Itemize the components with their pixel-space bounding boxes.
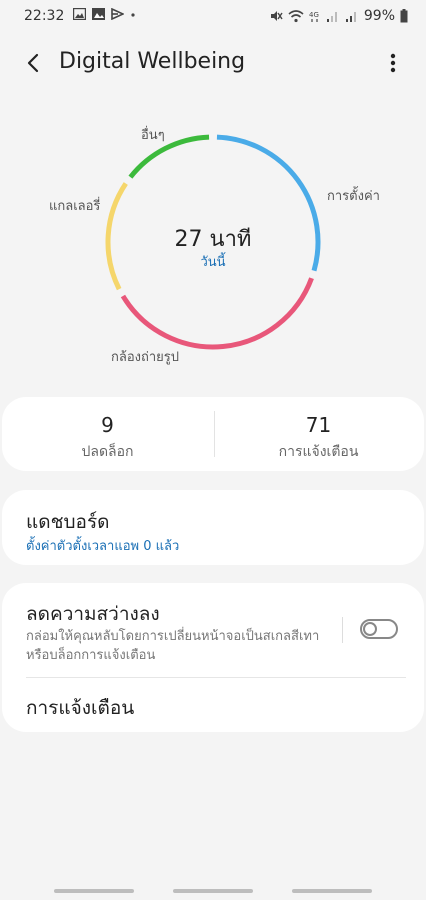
system-icons: 4G 99% [269,8,408,24]
notifications-count: 71 [305,413,332,437]
segment-label-others: อื่นๆ [141,128,165,143]
wind-down-title[interactable]: ลดความสว่างลง [26,599,160,629]
more-vert-icon [390,53,396,73]
notifications-label: การแจ้งเตือน [278,444,359,460]
usage-chart[interactable]: การตั้งค่า กล้องถ่ายรูป แกลเลอรี่ อื่นๆ … [0,110,426,380]
battery-percent: 99% [363,8,395,24]
notifications-row[interactable]: การแจ้งเตือน [26,693,134,723]
signal-icon [326,12,337,22]
notification-icons [73,8,136,20]
nav-handle-left[interactable] [54,889,134,893]
back-button[interactable] [20,50,46,76]
4g-icon: 4G [309,11,319,22]
battery-icon [400,9,408,23]
signal-icon [345,12,356,22]
wind-down-toggle[interactable] [360,619,398,639]
row-divider [26,677,406,678]
nav-handle-right[interactable] [292,889,372,893]
flipboard-icon [111,8,124,20]
dashboard-card[interactable]: แดชบอร์ด ตั้งค่าตัวตั้งเวลาแอพ 0 แล้ว [2,490,424,565]
dashboard-subtitle: ตั้งค่าตัวตั้งเวลาแอพ 0 แล้ว [26,539,180,554]
nav-handle-center[interactable] [173,889,253,893]
app-bar: Digital Wellbeing [0,38,426,88]
dashboard-title: แดชบอร์ด [26,511,110,533]
page-title: Digital Wellbeing [59,49,246,74]
usage-period[interactable]: วันนี้ [0,251,426,272]
unlocks-label: ปลดล็อก [81,444,134,460]
status-bar: 22:32 4G 99% [0,0,426,34]
gallery-icon [73,8,86,20]
segment-camera [120,277,314,350]
stats-card: 9 ปลดล็อก 71 การแจ้งเตือน [2,397,424,471]
wind-down-card: ลดความสว่างลง กล่อมให้คุณหลับโดยการเปลี่… [2,583,424,732]
unlocks-stat[interactable]: 9 ปลดล็อก [2,397,213,471]
svg-text:4G: 4G [309,11,319,19]
toggle-knob [363,622,377,636]
notifications-stat[interactable]: 71 การแจ้งเตือน [213,397,424,471]
image-icon [92,8,105,20]
toggle-divider [342,617,343,643]
status-time: 22:32 [24,8,65,24]
wind-down-description: กล่อมให้คุณหลับโดยการเปลี่ยนหน้าจอเป็นสเ… [26,629,320,663]
more-options-button[interactable] [380,50,406,76]
segment-label-settings: การตั้งค่า [327,189,380,204]
unlocks-count: 9 [101,413,114,437]
mute-icon [270,11,283,21]
segment-label-gallery: แกลเลอรี่ [49,199,101,214]
segment-label-camera: กล้องถ่ายรูป [111,350,180,365]
dot-icon [131,13,135,17]
wifi-icon [288,10,304,23]
back-arrow-icon [27,53,39,73]
